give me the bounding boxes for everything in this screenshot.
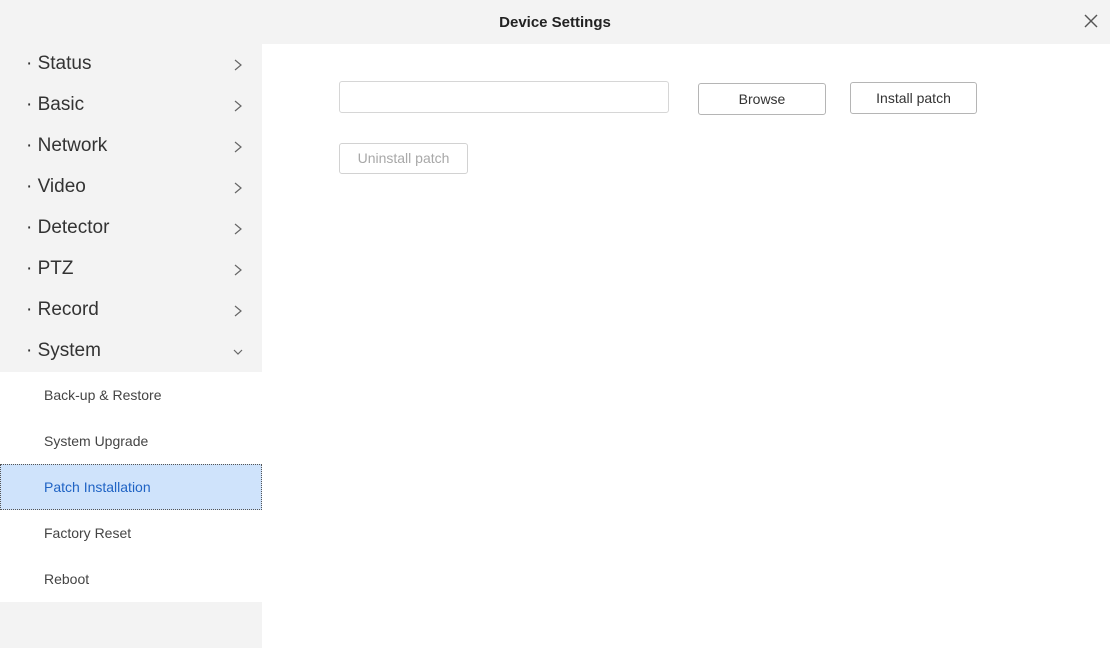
sidebar-item-label: · Detector (26, 217, 110, 238)
subnav-item-label: Factory Reset (44, 525, 132, 541)
sidebar-item-label: · Video (26, 176, 86, 197)
sidebar-item-detector[interactable]: · Detector (0, 208, 262, 249)
chevron-right-icon (234, 305, 242, 317)
uninstall-patch-button[interactable]: Uninstall patch (339, 143, 468, 174)
sidebar-item-basic[interactable]: · Basic (0, 85, 262, 126)
install-patch-button[interactable]: Install patch (850, 82, 977, 114)
sidebar-item-label: · System (26, 340, 101, 361)
subnav-item-label: Reboot (44, 571, 90, 587)
sidebar-item-ptz[interactable]: · PTZ (0, 249, 262, 290)
sidebar-item-label: · Network (26, 135, 108, 156)
close-icon (1084, 14, 1098, 28)
sidebar-item-label: · Status (26, 53, 92, 74)
subnav-item-label: Patch Installation (44, 479, 151, 495)
sidebar-item-record[interactable]: · Record (0, 290, 262, 331)
sidebar-item-system[interactable]: · System (0, 331, 262, 372)
sidebar-item-video[interactable]: · Video (0, 167, 262, 208)
chevron-right-icon (234, 59, 242, 71)
subnav-item-label: System Upgrade (44, 433, 149, 449)
browse-button[interactable]: Browse (698, 83, 826, 115)
chevron-right-icon (234, 264, 242, 276)
sidebar-item-label: · Record (26, 299, 99, 320)
sidebar: · Status · Basic · Network · Video · Det… (0, 44, 262, 648)
chevron-right-icon (234, 182, 242, 194)
subnav-item-label: Back-up & Restore (44, 387, 162, 403)
device-settings-window: Device Settings · Status · Basic · Netwo… (0, 0, 1110, 648)
subnav-item-patch-installation[interactable]: Patch Installation (0, 464, 262, 510)
sidebar-item-network[interactable]: · Network (0, 126, 262, 167)
patch-installation-panel: Browse Install patch Uninstall patch (262, 44, 1110, 648)
sidebar-item-status[interactable]: · Status (0, 44, 262, 85)
title-bar: Device Settings (0, 0, 1110, 44)
chevron-right-icon (234, 141, 242, 153)
chevron-right-icon (234, 223, 242, 235)
chevron-down-icon (233, 349, 243, 355)
system-submenu: Back-up & Restore System Upgrade Patch I… (0, 372, 262, 602)
sidebar-item-label: · Basic (26, 94, 85, 115)
patch-file-path-input[interactable] (339, 81, 669, 113)
subnav-item-system-upgrade[interactable]: System Upgrade (0, 418, 262, 464)
close-button[interactable] (1078, 8, 1104, 34)
subnav-item-backup-restore[interactable]: Back-up & Restore (0, 372, 262, 418)
subnav-item-factory-reset[interactable]: Factory Reset (0, 510, 262, 556)
sidebar-item-label: · PTZ (26, 258, 74, 279)
chevron-right-icon (234, 100, 242, 112)
subnav-item-reboot[interactable]: Reboot (0, 556, 262, 602)
window-title: Device Settings (499, 14, 611, 31)
